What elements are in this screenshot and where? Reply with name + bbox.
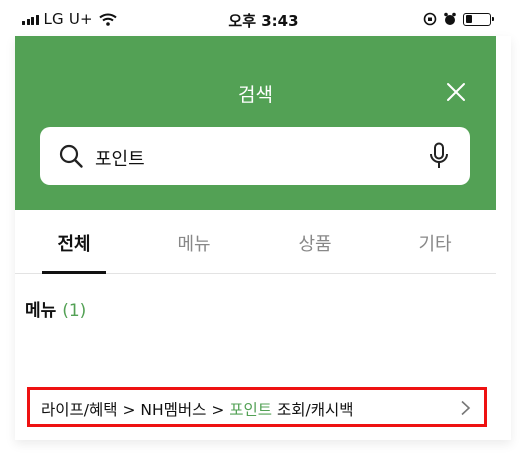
search-input[interactable]: 포인트 bbox=[40, 127, 470, 185]
section-title-menu: 메뉴 (1) bbox=[25, 296, 86, 321]
battery-icon bbox=[463, 12, 494, 26]
menu-path: 라이프/혜택 > NH멤버스 > 포인트 조회/캐시백 bbox=[41, 398, 353, 420]
app-screen: 검색 포인트 전체 메뉴 상품 기타 bbox=[15, 36, 511, 440]
path-highlight: 포인트 bbox=[229, 401, 273, 419]
alarm-icon bbox=[444, 12, 456, 25]
status-right bbox=[423, 11, 494, 27]
status-bar: LG U+ 오후 3:43 bbox=[0, 0, 527, 36]
search-query-text: 포인트 bbox=[95, 149, 145, 170]
orientation-lock-icon bbox=[423, 12, 437, 26]
list-item[interactable]: 라이프/혜택 > NH멤버스 > 포인트 조회/캐시백 bbox=[27, 387, 487, 427]
tab-others[interactable]: 기타 bbox=[390, 230, 480, 256]
search-header: 검색 포인트 bbox=[15, 36, 496, 210]
section-label: 메뉴 bbox=[25, 301, 57, 321]
tab-menu[interactable]: 메뉴 bbox=[149, 230, 239, 256]
path-prefix: 라이프/혜택 > NH멤버스 > bbox=[41, 401, 230, 419]
section-count: (1) bbox=[62, 301, 87, 321]
chevron-right-icon bbox=[461, 400, 471, 416]
page-title: 검색 bbox=[238, 84, 273, 106]
search-icon bbox=[59, 144, 83, 168]
microphone-icon[interactable] bbox=[428, 142, 450, 170]
tab-products[interactable]: 상품 bbox=[270, 230, 360, 256]
close-icon[interactable] bbox=[444, 80, 468, 104]
path-suffix: 조회/캐시백 bbox=[272, 401, 354, 419]
result-tabs: 전체 메뉴 상품 기타 bbox=[15, 210, 496, 274]
tab-all[interactable]: 전체 bbox=[29, 230, 119, 256]
active-tab-indicator bbox=[42, 271, 106, 274]
